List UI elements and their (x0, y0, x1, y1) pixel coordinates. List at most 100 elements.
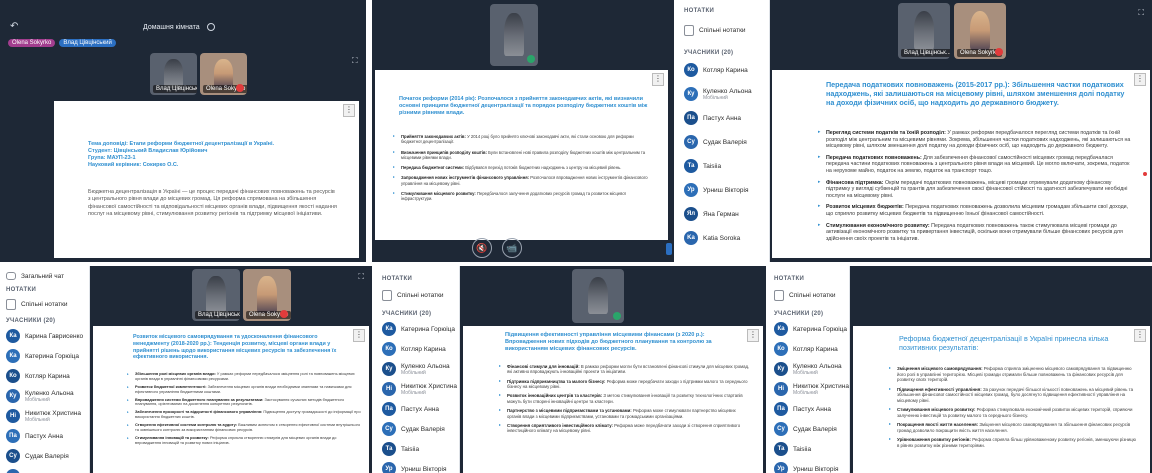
user-list-item[interactable]: Ур Урниш Вікторія (774, 462, 843, 473)
general-chat-label: Загальний чат (21, 272, 65, 280)
avatar: Ур (774, 462, 788, 473)
user-list-item[interactable]: Па Пастух Анна (6, 429, 83, 443)
user-list-item[interactable]: Па Пастух Анна (382, 402, 453, 416)
avatar: Су (382, 422, 396, 436)
video-tile[interactable]: Влад Цівцінськ... (150, 53, 197, 95)
video-tile[interactable] (490, 4, 538, 66)
slide-options-button[interactable]: ⋮ (652, 73, 664, 86)
presentation-slide: ⋮ Реформа бюджетної децентралізації в Ук… (853, 326, 1150, 473)
slide-options-button[interactable]: ⋮ (747, 329, 759, 342)
shared-notes-item[interactable]: Спільні нотатки (382, 290, 453, 301)
user-list-item[interactable]: Ка Катерина Горюіца (382, 322, 455, 336)
fullscreen-icon[interactable]: ⛶ (358, 272, 364, 282)
users-heading: УЧАСНИКИ (20) (382, 311, 432, 317)
bullet-item: Розвиток бюджетної компетентності: Забез… (127, 384, 363, 395)
shared-notes-item[interactable]: Спільні нотатки (684, 25, 763, 36)
user-list: Ка Карина Гаврисенко Ка Катерина Горюіца Ко К… (6, 329, 83, 473)
user-list-item[interactable]: Ку Куленко Альона Мобільний (684, 87, 763, 101)
shared-notes-item[interactable]: Спільні нотатки (6, 299, 83, 310)
fullscreen-icon[interactable]: ⛶ (1138, 8, 1144, 18)
user-name: Никитюк Христина (401, 382, 457, 390)
participants-toggle-icon[interactable] (666, 243, 672, 255)
user-name: Котляр Карина (793, 345, 838, 353)
user-list-item[interactable]: Ні Никитюк Христина Мобільний (382, 382, 457, 396)
avatar: Та (382, 442, 396, 456)
room-settings-icon[interactable] (207, 23, 215, 31)
user-list-item[interactable]: Ні Никитюк Христина Мобільний (6, 409, 83, 423)
video-tile[interactable]: Olena Sokyrko (243, 269, 291, 321)
user-name: Котляр Карина (703, 66, 748, 74)
avatar: Ку (382, 362, 396, 376)
notes-icon (6, 299, 16, 310)
user-list-item[interactable]: Су Судак Валерія (382, 422, 453, 436)
back-icon[interactable]: ↶ (10, 21, 18, 32)
user-list-item[interactable]: Ка Катерина Горюіца (6, 349, 83, 363)
user-list-item[interactable]: Су Судак Валерія (774, 422, 843, 436)
presentation-slide: ⋮ Тема доповіді: Етапи реформи бюджетної… (54, 101, 359, 258)
user-list-item[interactable]: Ка Карина Гаврисенко (6, 329, 83, 343)
user-list-item[interactable]: Ку Куленко Альона Мобільний (6, 389, 83, 403)
video-tile[interactable]: Olena Sokyrko (200, 53, 247, 95)
avatar: Ні (774, 382, 788, 396)
audio-toggle-button[interactable]: 🔇 (472, 238, 492, 258)
shared-notes-label: Спільні нотатки (699, 27, 746, 34)
camera-toggle-button[interactable]: 📹 (502, 238, 522, 258)
fullscreen-icon[interactable]: ⛶ (352, 56, 358, 66)
user-list-item[interactable]: Па Пастух Анна (774, 402, 843, 416)
user-list-item[interactable]: Ку Куленко Альона Мобільний (382, 362, 453, 376)
user-list-item[interactable]: Су Судак Валерія (6, 449, 83, 463)
video-tile[interactable]: Влад Цівцінськ... (192, 269, 240, 321)
user-list-item[interactable]: ТаTaisiia (684, 159, 763, 173)
user-list-item[interactable]: Ко Котляр Карина (774, 342, 843, 356)
slide-options-button[interactable]: ⋮ (343, 104, 355, 117)
slide-options-button[interactable]: ⋮ (1134, 329, 1146, 342)
user-device: Мобільний (793, 389, 818, 396)
general-chat-item[interactable]: Загальний чат (6, 272, 83, 280)
user-list-item[interactable]: Ял Яна Герман (684, 207, 763, 221)
video-tile[interactable] (572, 269, 624, 323)
user-name: Урниш Вікторія (703, 186, 749, 194)
avatar: Па (684, 111, 698, 125)
talker-chip: Влад Цівцінський (59, 39, 116, 47)
talker-chip: Olena Sokyrko (8, 39, 56, 47)
slide-options-button[interactable]: ⋮ (1134, 73, 1146, 86)
panel-efficiency: НОТАТКИ Спільні нотатки УЧАСНИКИ (20) Ка… (376, 266, 766, 473)
pointer-dot (1143, 172, 1147, 176)
meeting-area: Влад Цівцінськ... Olena Sokyrko ⛶ ⋮ Пере… (770, 0, 1152, 262)
user-name: Пастух Анна (401, 405, 440, 413)
user-list-item[interactable]: Ко Котляр Карина (684, 63, 763, 77)
panel-self-government: Загальний чат НОТАТКИ Спільні нотатки УЧ… (0, 266, 372, 473)
user-list-item[interactable]: Су Судак Валерія (684, 135, 763, 149)
video-tile[interactable]: Влад Цівцінськ... (898, 3, 950, 59)
user-list-item[interactable]: Па Пастух Анна (684, 111, 763, 125)
shared-notes-item[interactable]: Спільні нотатки (774, 290, 843, 301)
user-list-item[interactable]: ТаTaisiia (774, 442, 843, 456)
bullet-item: Фінансова підтримка: Окрім передачі пода… (818, 180, 1134, 200)
user-list-item[interactable]: ТаTaisiia (6, 469, 83, 473)
bullet-item: Стимулювання місцевого розвитку: Реформа… (889, 407, 1139, 418)
user-list-item[interactable]: Ку Куленко Альона Мобільний (774, 362, 843, 376)
muted-mic-icon (280, 310, 288, 318)
user-list-item[interactable]: Ур Урниш Вікторія (382, 462, 453, 473)
user-name-wrap: Katia Soroka (703, 235, 740, 242)
user-list-item[interactable]: ТаTaisiia (382, 442, 453, 456)
user-list-item[interactable]: Ка Катерина Горюіца (774, 322, 847, 336)
slide-title: Тема доповіді: Етапи реформи бюджетної д… (88, 141, 275, 168)
user-name-wrap: Никитюк Христина Мобільний (25, 410, 81, 423)
video-tile[interactable]: Olena Sokyrko (954, 3, 1006, 59)
avatar: Ур (684, 183, 698, 197)
presentation-slide: ⋮ Підвищення ефективності управління міс… (463, 326, 763, 473)
slide-bullets: Фінансові стимули для інновацій: В рамка… (499, 364, 751, 434)
user-name: Судак Валерія (793, 425, 837, 433)
user-list-item[interactable]: Ко Котляр Карина (6, 369, 83, 383)
bullet-item: Забезпечення прозорості та відкритості ф… (127, 409, 363, 420)
user-name: Яна Герман (703, 210, 739, 218)
user-list-item[interactable]: Ka Katia Soroka (684, 231, 763, 245)
user-list-item[interactable]: Ко Котляр Карина (382, 342, 453, 356)
user-list: Ка Катерина Горюіца Ко Котляр Карина Ку Кулен… (382, 322, 457, 473)
user-list-item[interactable]: Ні Никитюк Христина Мобільний (774, 382, 849, 396)
sidebar: НОТАТКИ Спільні нотатки УЧАСНИКИ (20) Ко… (678, 0, 770, 262)
slide-title: Початок реформи (2014 рік): Розпочалося … (399, 96, 648, 116)
user-list-item[interactable]: Ур Урниш Вікторія (684, 183, 763, 197)
bullet-item: Визначення принципів розподілу коштів: Б… (393, 150, 653, 161)
